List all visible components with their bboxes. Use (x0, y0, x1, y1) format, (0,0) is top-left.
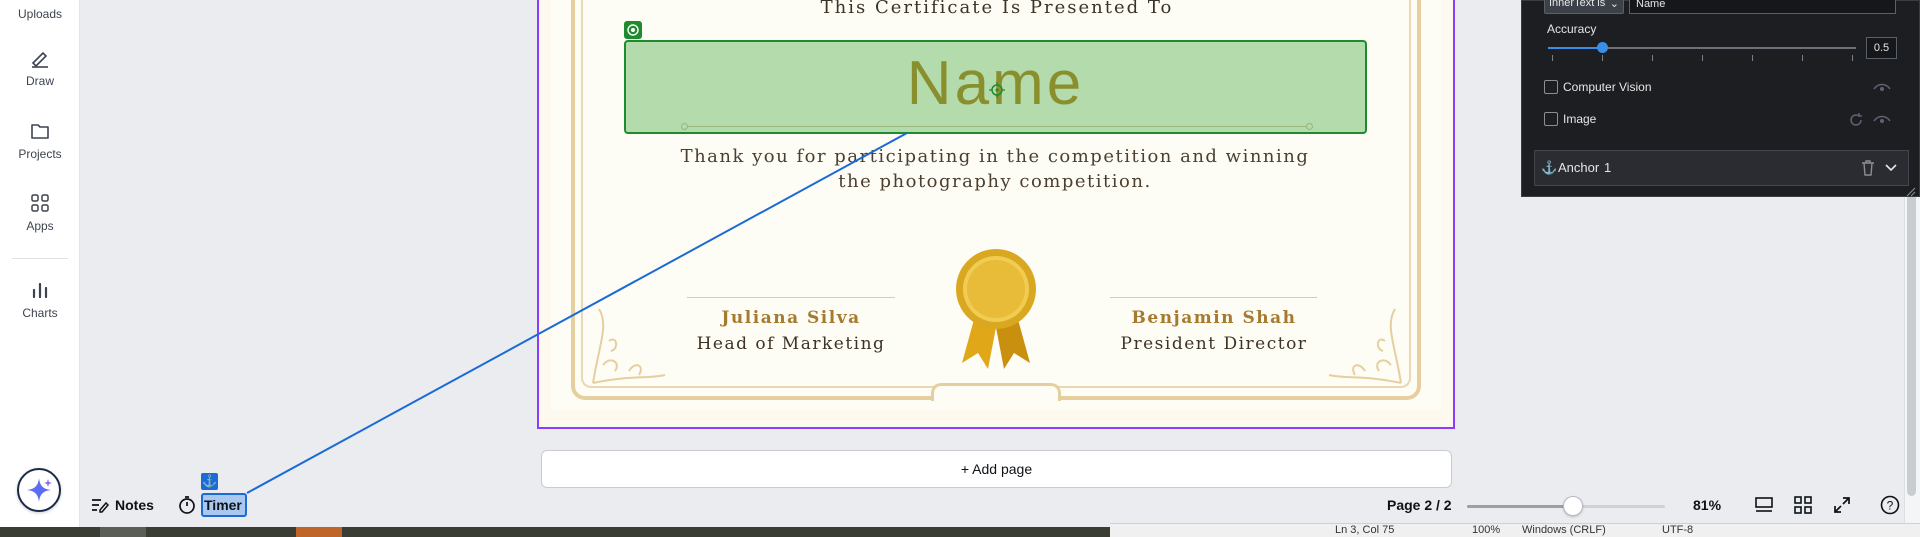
taskbar-item[interactable] (296, 527, 342, 537)
svg-text:?: ? (1887, 499, 1894, 513)
anchor-icon[interactable]: ⚓ (201, 473, 218, 490)
eye-icon[interactable] (1873, 80, 1891, 99)
timer-button[interactable]: Timer (204, 493, 242, 517)
accuracy-tick (1702, 55, 1703, 61)
grid-view-icon[interactable] (1793, 496, 1813, 519)
accuracy-slider-handle[interactable] (1597, 42, 1608, 53)
timer-label: Timer (204, 497, 242, 513)
page-indicator[interactable]: Page 2 / 2 (1387, 493, 1452, 517)
condition-select-value: InnerText is (1549, 0, 1606, 9)
computer-vision-label: Computer Vision (1563, 80, 1652, 94)
computer-vision-checkbox[interactable] (1544, 80, 1558, 94)
accuracy-tick (1552, 55, 1553, 61)
ornament-right-icon (1325, 305, 1405, 390)
status-strip: Ln 3, Col 75 100% Windows (CRLF) UTF-8 (1110, 523, 1920, 537)
zoom-level[interactable]: 81% (1693, 493, 1721, 517)
eye-icon[interactable] (1873, 112, 1891, 131)
apps-grid-icon (31, 194, 49, 212)
pen-icon (31, 51, 48, 68)
anchor-label: Anchor (1558, 160, 1600, 175)
help-icon[interactable]: ? (1880, 495, 1900, 520)
notes-label: Notes (115, 497, 154, 513)
rail-item-apps[interactable]: Apps (0, 193, 80, 233)
anchor-number: 1 (1604, 160, 1612, 175)
signer-right-name[interactable]: Benjamin Shah (1103, 308, 1325, 328)
presented-to-text[interactable]: This Certificate Is Presented To (700, 0, 1294, 18)
accuracy-tick (1802, 55, 1803, 61)
rail-item-projects[interactable]: Projects (0, 121, 80, 161)
signature-line-left (687, 297, 895, 298)
status-position: Ln 3, Col 75 (1335, 524, 1395, 536)
page-indicator-label: Page 2 / 2 (1387, 497, 1452, 513)
signature-line-right (1110, 297, 1317, 298)
condition-select[interactable]: InnerText is ⌄ (1544, 0, 1624, 14)
resize-grip-icon[interactable] (1906, 184, 1916, 202)
refresh-icon[interactable] (1848, 112, 1864, 133)
accuracy-tick (1752, 55, 1753, 61)
bottom-tab-ornament (931, 383, 1061, 401)
crosshair-icon (989, 82, 1005, 103)
chevron-down-icon[interactable] (1884, 160, 1898, 179)
notes-button[interactable]: Notes (91, 493, 154, 517)
zoom-slider-handle[interactable] (1563, 496, 1583, 516)
image-label: Image (1563, 112, 1597, 126)
rail-item-charts[interactable]: Charts (0, 280, 80, 320)
magic-sparkle-button[interactable] (17, 468, 61, 512)
accuracy-tick (1852, 55, 1853, 61)
rail-item-label: Draw (25, 74, 54, 88)
underline-handle-left[interactable] (681, 123, 688, 130)
rail-divider (12, 258, 68, 259)
zoom-slider-fill (1467, 505, 1572, 508)
timer-icon[interactable] (178, 496, 196, 519)
rail-item-uploads[interactable]: Uploads (0, 7, 80, 21)
taskbar-item[interactable] (100, 527, 146, 537)
rail-item-label: Charts (22, 306, 58, 320)
rail-item-label: Uploads (17, 7, 63, 21)
signer-left-name[interactable]: Juliana Silva (680, 308, 902, 328)
rail-item-label: Projects (18, 147, 62, 161)
bar-chart-icon (32, 282, 48, 299)
anchor-icon: ⚓ (1541, 160, 1558, 175)
accuracy-label: Accuracy (1547, 22, 1597, 36)
trash-icon[interactable] (1861, 160, 1875, 181)
left-rail: Uploads Draw Projects Apps Charts (0, 0, 80, 537)
status-line-ending: Windows (CRLF) (1522, 524, 1606, 536)
condition-value-input[interactable]: Name (1629, 0, 1896, 14)
target-icon[interactable] (624, 21, 642, 39)
signer-right-title[interactable]: President Director (1103, 334, 1325, 354)
zoom-level-label: 81% (1693, 497, 1722, 513)
rail-item-label: Apps (26, 219, 54, 233)
name-underline (684, 126, 1310, 127)
accuracy-tick (1602, 55, 1603, 61)
certificate-message[interactable]: Thank you for participating in the compe… (660, 144, 1330, 194)
signer-left-title[interactable]: Head of Marketing (680, 334, 902, 354)
gold-medal-icon[interactable] (948, 245, 1044, 380)
folder-icon (31, 124, 49, 139)
ornament-left-icon (589, 305, 669, 390)
status-zoom: 100% (1472, 524, 1501, 536)
chevron-down-icon: ⌄ (1609, 0, 1619, 10)
page-view-icon[interactable] (1754, 496, 1774, 519)
accuracy-tick (1652, 55, 1653, 61)
accuracy-value-input[interactable]: 0.5 (1866, 37, 1897, 59)
message-line-1: Thank you for participating in the compe… (680, 146, 1310, 167)
fullscreen-icon[interactable] (1832, 496, 1852, 519)
add-page-button[interactable]: + Add page (541, 450, 1452, 488)
underline-handle-right[interactable] (1306, 123, 1313, 130)
status-encoding: UTF-8 (1662, 524, 1694, 536)
rail-item-draw[interactable]: Draw (0, 48, 80, 88)
message-line-2: the photography competition. (838, 171, 1152, 192)
accuracy-slider-fill (1548, 47, 1604, 49)
notes-icon (92, 499, 109, 513)
image-checkbox[interactable] (1544, 112, 1558, 126)
